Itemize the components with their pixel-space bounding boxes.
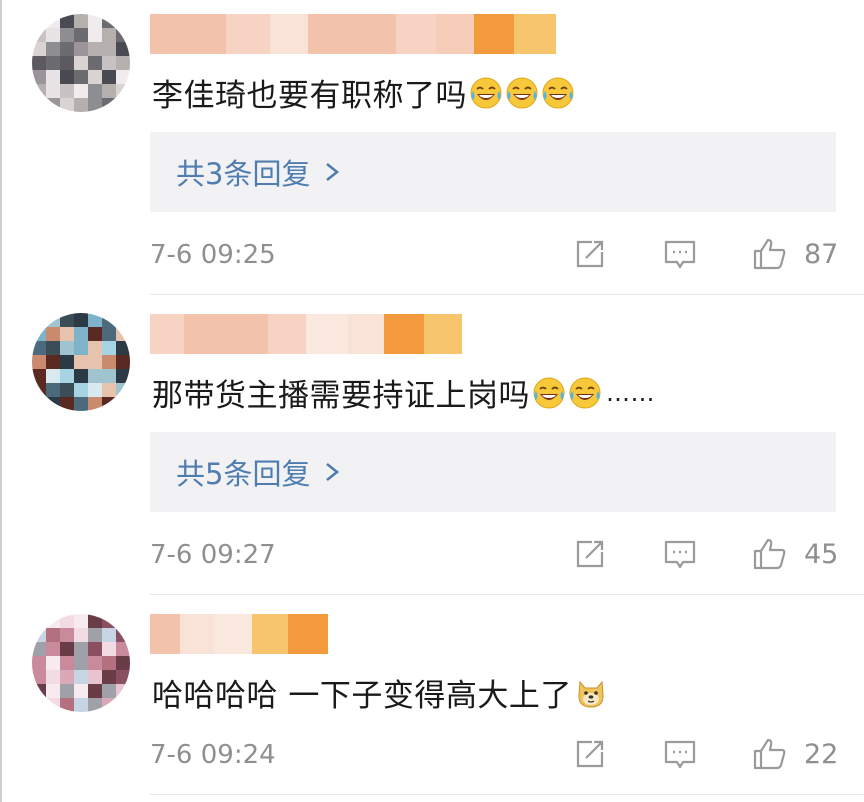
comment-text-body: 那带货主播需要持证上岗吗: [152, 378, 530, 414]
like-count: 87: [804, 239, 839, 270]
comment-icon[interactable]: [662, 736, 698, 772]
laugh-cry-icon: [541, 76, 575, 110]
window-edge: [0, 0, 2, 802]
comment-text-body: 哈哈哈哈 一下子变得高大上了: [152, 678, 572, 714]
like-count: 45: [804, 539, 839, 570]
view-replies-link[interactable]: 共3条回复: [176, 151, 340, 193]
divider: [150, 794, 864, 795]
share-icon[interactable]: [572, 736, 608, 772]
like-icon[interactable]: [752, 536, 788, 572]
comment-text: 李佳琦也要有职称了吗: [152, 70, 575, 115]
ellipsis-text: ……: [606, 378, 655, 407]
comment-meta: 7-6 09:25 87: [150, 236, 840, 276]
reply-box[interactable]: 共3条回复: [150, 132, 836, 212]
username-pixelated[interactable]: [150, 614, 328, 654]
comment-text: 哈哈哈哈 一下子变得高大上了: [152, 670, 608, 715]
timestamp: 7-6 09:24: [150, 740, 276, 770]
laugh-cry-icon: [469, 76, 503, 110]
comment-meta: 7-6 09:24 22: [150, 736, 840, 776]
share-icon[interactable]: [572, 536, 608, 572]
like-count: 22: [804, 739, 839, 770]
laugh-cry-icon: [505, 76, 539, 110]
reply-count-label: 共3条回复: [176, 157, 311, 191]
comment-meta: 7-6 09:27 45: [150, 536, 840, 576]
comment-text: 那带货主播需要持证上岗吗 ……: [152, 370, 655, 415]
comment-icon[interactable]: [662, 536, 698, 572]
comment-text-body: 李佳琦也要有职称了吗: [152, 78, 467, 114]
doge-icon: [574, 676, 608, 710]
chevron-right-icon: [326, 162, 340, 182]
reply-count-label: 共5条回复: [176, 457, 311, 491]
timestamp: 7-6 09:27: [150, 540, 276, 570]
avatar[interactable]: [32, 14, 130, 112]
timestamp: 7-6 09:25: [150, 240, 276, 270]
username-pixelated[interactable]: [150, 14, 556, 54]
reply-box[interactable]: 共5条回复: [150, 432, 836, 512]
like-icon[interactable]: [752, 736, 788, 772]
divider: [150, 594, 864, 595]
like-icon[interactable]: [752, 236, 788, 272]
chevron-right-icon: [326, 462, 340, 482]
avatar[interactable]: [32, 614, 130, 712]
comment-icon[interactable]: [662, 236, 698, 272]
laugh-cry-icon: [532, 376, 566, 410]
avatar[interactable]: [32, 313, 130, 411]
share-icon[interactable]: [572, 236, 608, 272]
laugh-cry-icon: [568, 376, 602, 410]
divider: [150, 294, 864, 295]
view-replies-link[interactable]: 共5条回复: [176, 451, 340, 493]
username-pixelated[interactable]: [150, 314, 462, 354]
